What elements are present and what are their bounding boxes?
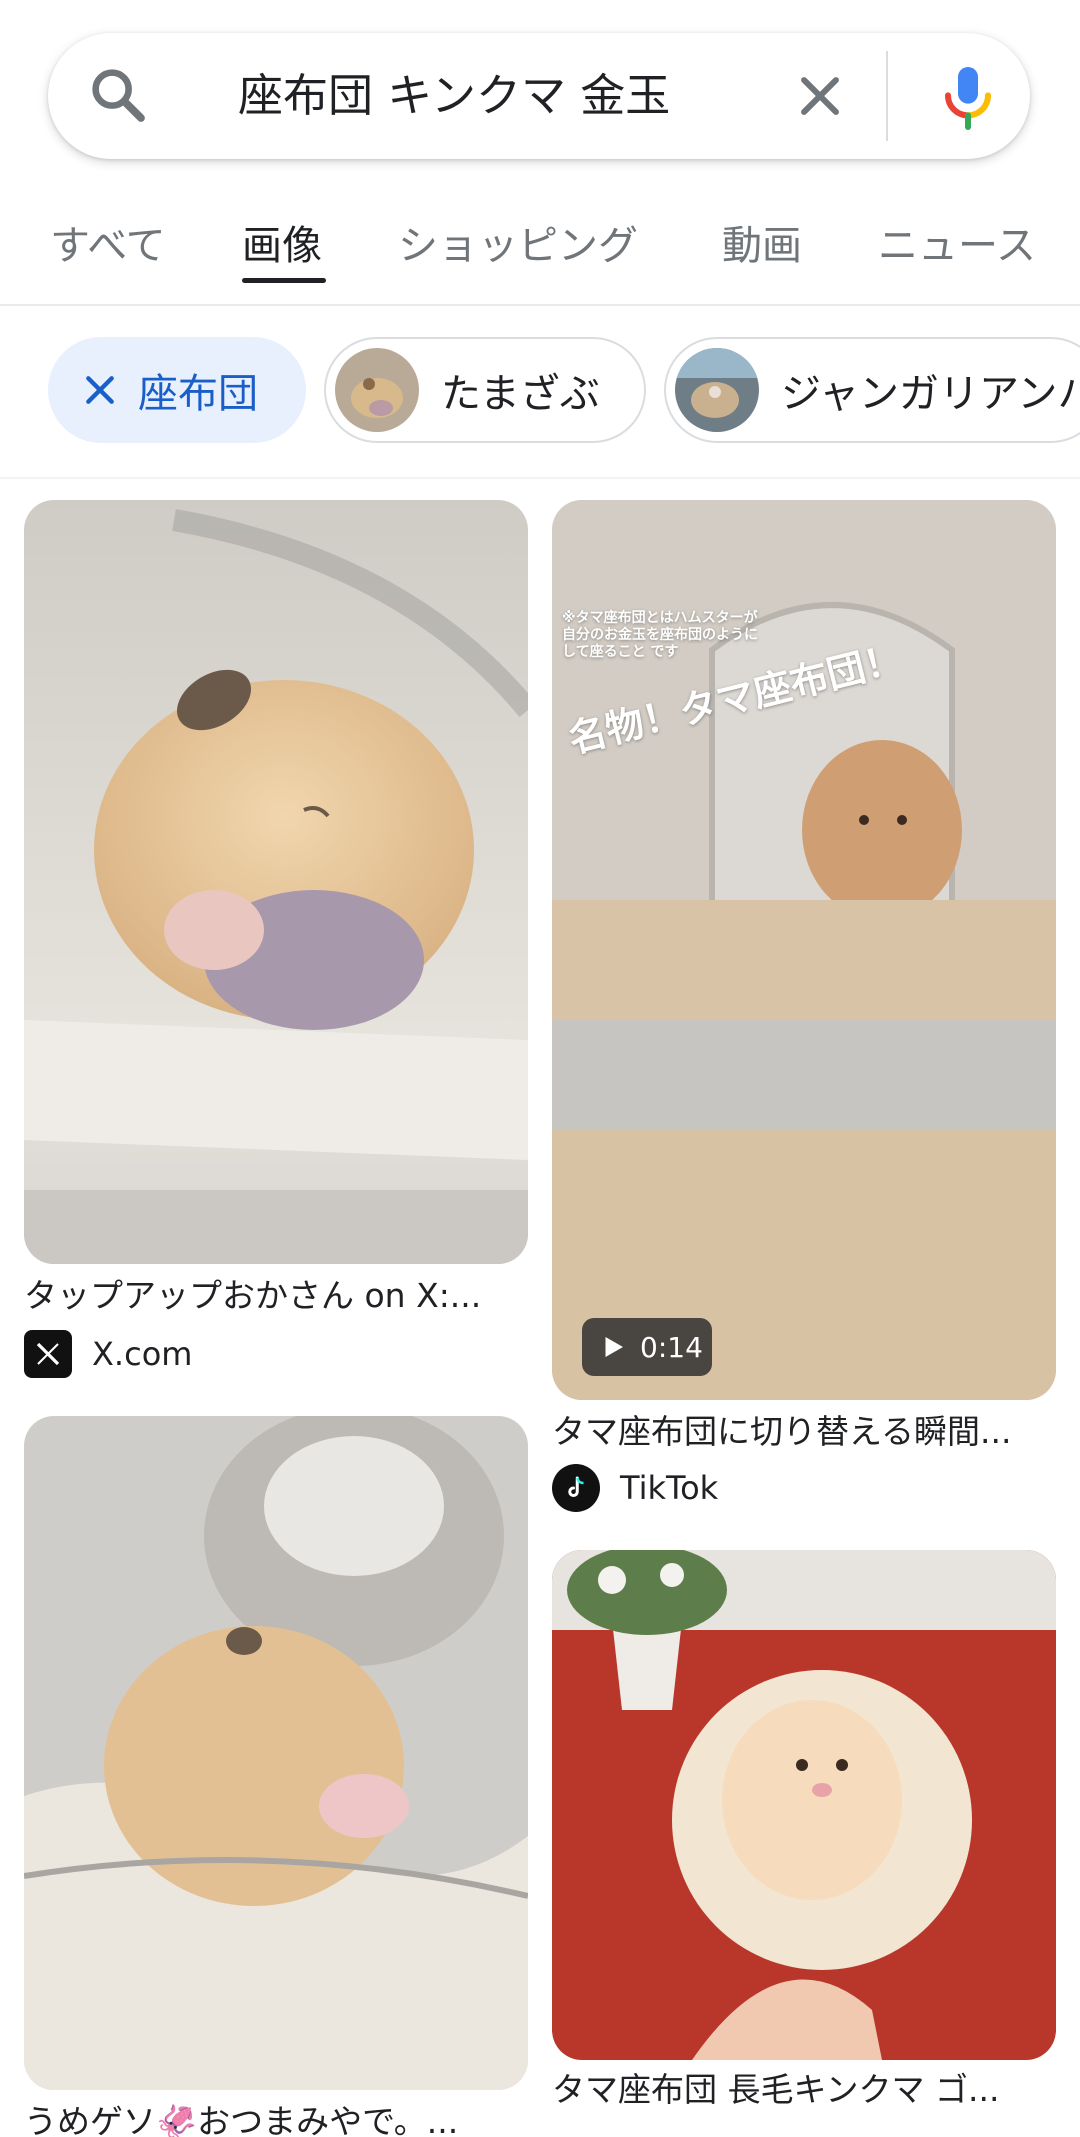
active-tab-indicator [242, 278, 326, 283]
search-divider [886, 51, 888, 141]
chip-thumbnail [675, 348, 759, 432]
tab-shopping[interactable]: ショッピング [398, 220, 638, 272]
result-image-3[interactable] [24, 1416, 528, 2090]
result-image-2[interactable]: ※タマ座布団とはハムスターが自分のお金玉を座布団のようにして座ること です 名物… [552, 500, 1056, 1400]
chip-label: たまざぶ [441, 371, 600, 417]
x-logo-icon [24, 1330, 72, 1378]
tiktok-logo-icon [552, 1464, 600, 1512]
search-icon[interactable] [86, 63, 152, 129]
hamster-photo [24, 1416, 528, 2090]
tab-videos[interactable]: 動画 [722, 220, 802, 272]
result-image-4[interactable] [552, 1550, 1056, 2060]
hamster-photo [24, 500, 528, 1264]
tab-all[interactable]: すべて [50, 220, 166, 272]
tab-news[interactable]: ニュース [878, 220, 1036, 272]
result-caption[interactable]: うめゲソ🦑おつまみやで。... [24, 2100, 528, 2137]
section-divider [0, 477, 1080, 479]
result-source[interactable]: X.com [24, 1330, 192, 1378]
play-icon [605, 1337, 623, 1357]
tabs-divider [0, 304, 1080, 306]
source-name: TikTok [620, 1469, 719, 1507]
search-input[interactable]: 座布団 キンクマ 金玉 [238, 67, 670, 125]
duration-label: 0:14 [640, 1330, 703, 1364]
long-haired-hamster-photo [552, 1550, 1056, 2060]
chip-label: ジャンガリアンハムスター [781, 371, 1080, 417]
result-image-1[interactable] [24, 500, 528, 1264]
chip-label: 座布団 [138, 371, 258, 417]
microphone-icon[interactable] [928, 57, 1008, 137]
video-duration-badge: 0:14 [582, 1318, 712, 1376]
tab-images[interactable]: 画像 [242, 220, 322, 272]
chip-djungarian[interactable]: ジャンガリアンハムスター [664, 337, 1080, 443]
close-icon[interactable] [80, 370, 120, 410]
result-caption[interactable]: タマ座布団 長毛キンクマ ゴ... [552, 2068, 1056, 2112]
chip-zabuton[interactable]: 座布団 [48, 337, 306, 443]
search-tabs: すべて 画像 ショッピング 動画 ニュース [0, 210, 1080, 306]
result-source[interactable]: TikTok [552, 1464, 718, 1512]
search-bar[interactable]: 座布団 キンクマ 金玉 [48, 33, 1030, 159]
chip-thumbnail [335, 348, 419, 432]
result-caption[interactable]: タマ座布団に切り替える瞬間... [552, 1410, 1056, 1454]
chip-tamazabu[interactable]: たまざぶ [324, 337, 646, 443]
overlay-note: ※タマ座布団とはハムスターが自分のお金玉を座布団のようにして座ること です [562, 610, 758, 660]
source-name: X.com [92, 1335, 193, 1373]
result-caption[interactable]: タップアップおかさん on X:... [24, 1274, 528, 1318]
clear-icon[interactable] [788, 64, 852, 128]
